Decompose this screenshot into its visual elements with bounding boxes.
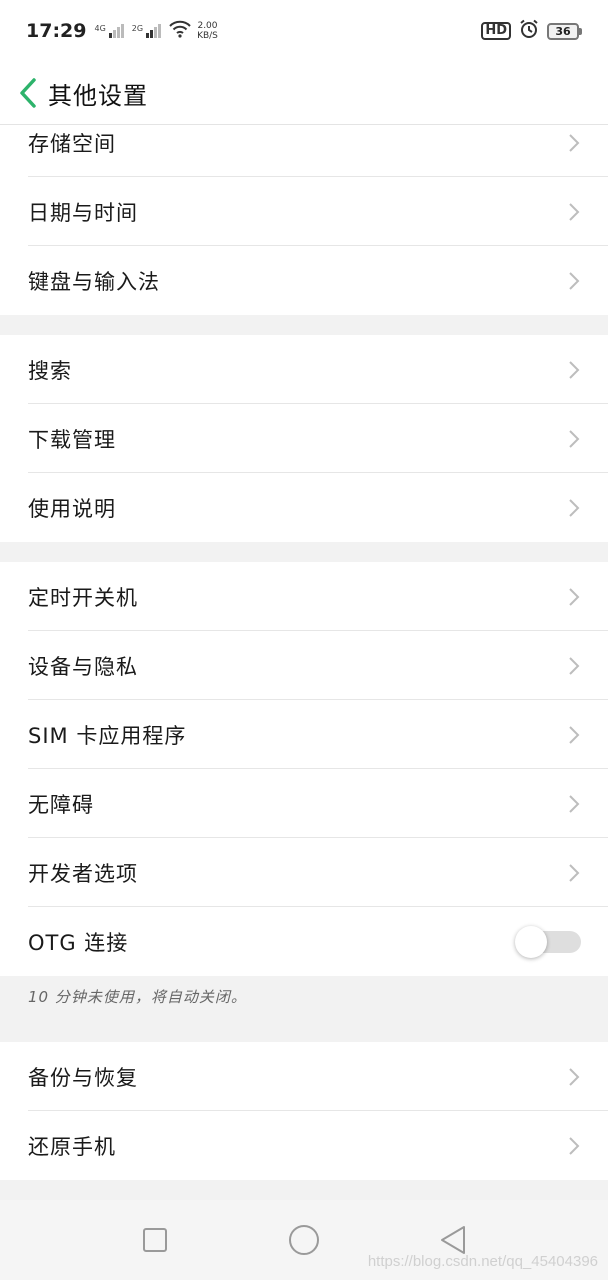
section-divider xyxy=(0,542,608,562)
settings-item-label: 日期与时间 xyxy=(28,200,138,225)
wifi-icon xyxy=(169,20,191,42)
settings-item-scheduled-power[interactable]: 定时开关机 xyxy=(0,562,608,631)
settings-item-label: 搜索 xyxy=(28,358,72,383)
otg-toggle[interactable] xyxy=(515,925,581,958)
settings-item-accessibility[interactable]: 无障碍 xyxy=(0,769,608,838)
chevron-right-icon xyxy=(569,794,580,813)
settings-group-4: 备份与恢复 还原手机 xyxy=(0,1042,608,1180)
settings-item-label: 备份与恢复 xyxy=(28,1065,138,1090)
otg-hint-area: 10 分钟未使用，将自动关闭。 xyxy=(0,976,608,1042)
battery-level: 36 xyxy=(547,22,579,40)
settings-item-device-privacy[interactable]: 设备与隐私 xyxy=(0,631,608,700)
recent-apps-icon[interactable] xyxy=(130,1215,180,1265)
section-divider xyxy=(0,315,608,335)
settings-item-label: SIM 卡应用程序 xyxy=(28,723,187,748)
settings-item-keyboard[interactable]: 键盘与输入法 xyxy=(0,246,608,315)
chevron-right-icon xyxy=(569,133,580,152)
chevron-right-icon xyxy=(569,1136,580,1155)
settings-item-label: 使用说明 xyxy=(28,496,116,521)
speed-value: 2.00 xyxy=(197,21,218,31)
chevron-right-icon xyxy=(569,429,580,448)
settings-item-label: 下载管理 xyxy=(28,427,116,452)
chevron-left-icon[interactable] xyxy=(18,77,40,109)
network-speed: 2.00 KB/S xyxy=(197,21,218,41)
chevron-right-icon xyxy=(569,271,580,290)
speed-unit: KB/S xyxy=(197,31,218,41)
settings-group-3: 定时开关机 设备与隐私 SIM 卡应用程序 无障碍 开发者选项 OTG 连接 xyxy=(0,562,608,976)
battery-icon: 36 xyxy=(547,22,582,40)
settings-item-label: 键盘与输入法 xyxy=(28,269,160,294)
settings-item-search[interactable]: 搜索 xyxy=(0,335,608,404)
settings-item-user-guide[interactable]: 使用说明 xyxy=(0,473,608,542)
settings-group-1: 存储空间 日期与时间 键盘与输入法 xyxy=(0,125,608,315)
toggle-knob xyxy=(515,925,547,958)
settings-item-label: 设备与隐私 xyxy=(28,654,138,679)
alarm-icon xyxy=(519,19,539,43)
page-title: 其他设置 xyxy=(48,81,148,110)
chevron-right-icon xyxy=(569,725,580,744)
chevron-right-icon xyxy=(569,656,580,675)
otg-hint: 10 分钟未使用，将自动关闭。 xyxy=(28,988,247,1006)
chevron-right-icon xyxy=(569,202,580,221)
sim2-label: 2G xyxy=(131,24,144,33)
chevron-right-icon xyxy=(569,863,580,882)
sim1-label: 4G xyxy=(94,24,106,33)
settings-item-sim-apps[interactable]: SIM 卡应用程序 xyxy=(0,700,608,769)
otg-label: OTG 连接 xyxy=(28,930,129,955)
signal-icon: 4G xyxy=(94,24,124,38)
settings-item-label: 还原手机 xyxy=(28,1134,116,1159)
settings-item-otg: OTG 连接 xyxy=(0,907,608,976)
settings-item-date-time[interactable]: 日期与时间 xyxy=(0,177,608,246)
settings-group-2: 搜索 下载管理 使用说明 xyxy=(0,335,608,542)
chevron-right-icon xyxy=(569,1067,580,1086)
settings-item-label: 存储空间 xyxy=(28,131,116,156)
watermark: https://blog.csdn.net/qq_45404396 xyxy=(367,1253,598,1270)
settings-item-downloads[interactable]: 下载管理 xyxy=(0,404,608,473)
chevron-right-icon xyxy=(569,587,580,606)
status-time: 17:29 xyxy=(26,20,87,42)
app-header: 其他设置 xyxy=(0,62,608,125)
settings-item-label: 无障碍 xyxy=(28,792,94,817)
settings-item-storage[interactable]: 存储空间 xyxy=(0,125,608,177)
signal-icon-2: 2G xyxy=(131,24,162,38)
home-icon[interactable] xyxy=(279,1215,329,1265)
settings-item-label: 开发者选项 xyxy=(28,861,138,886)
settings-item-backup-restore[interactable]: 备份与恢复 xyxy=(0,1042,608,1111)
chevron-right-icon xyxy=(569,360,580,379)
settings-item-reset-phone[interactable]: 还原手机 xyxy=(0,1111,608,1180)
status-bar: 17:29 4G 2G 2.00 KB/S HD 36 xyxy=(0,0,608,62)
settings-item-developer-options[interactable]: 开发者选项 xyxy=(0,838,608,907)
hd-icon: HD xyxy=(481,22,511,40)
settings-item-label: 定时开关机 xyxy=(28,585,138,610)
chevron-right-icon xyxy=(569,498,580,517)
settings-list[interactable]: 存储空间 日期与时间 键盘与输入法 搜索 下载管理 使用说明 定时开关机 设备与… xyxy=(0,125,608,1200)
